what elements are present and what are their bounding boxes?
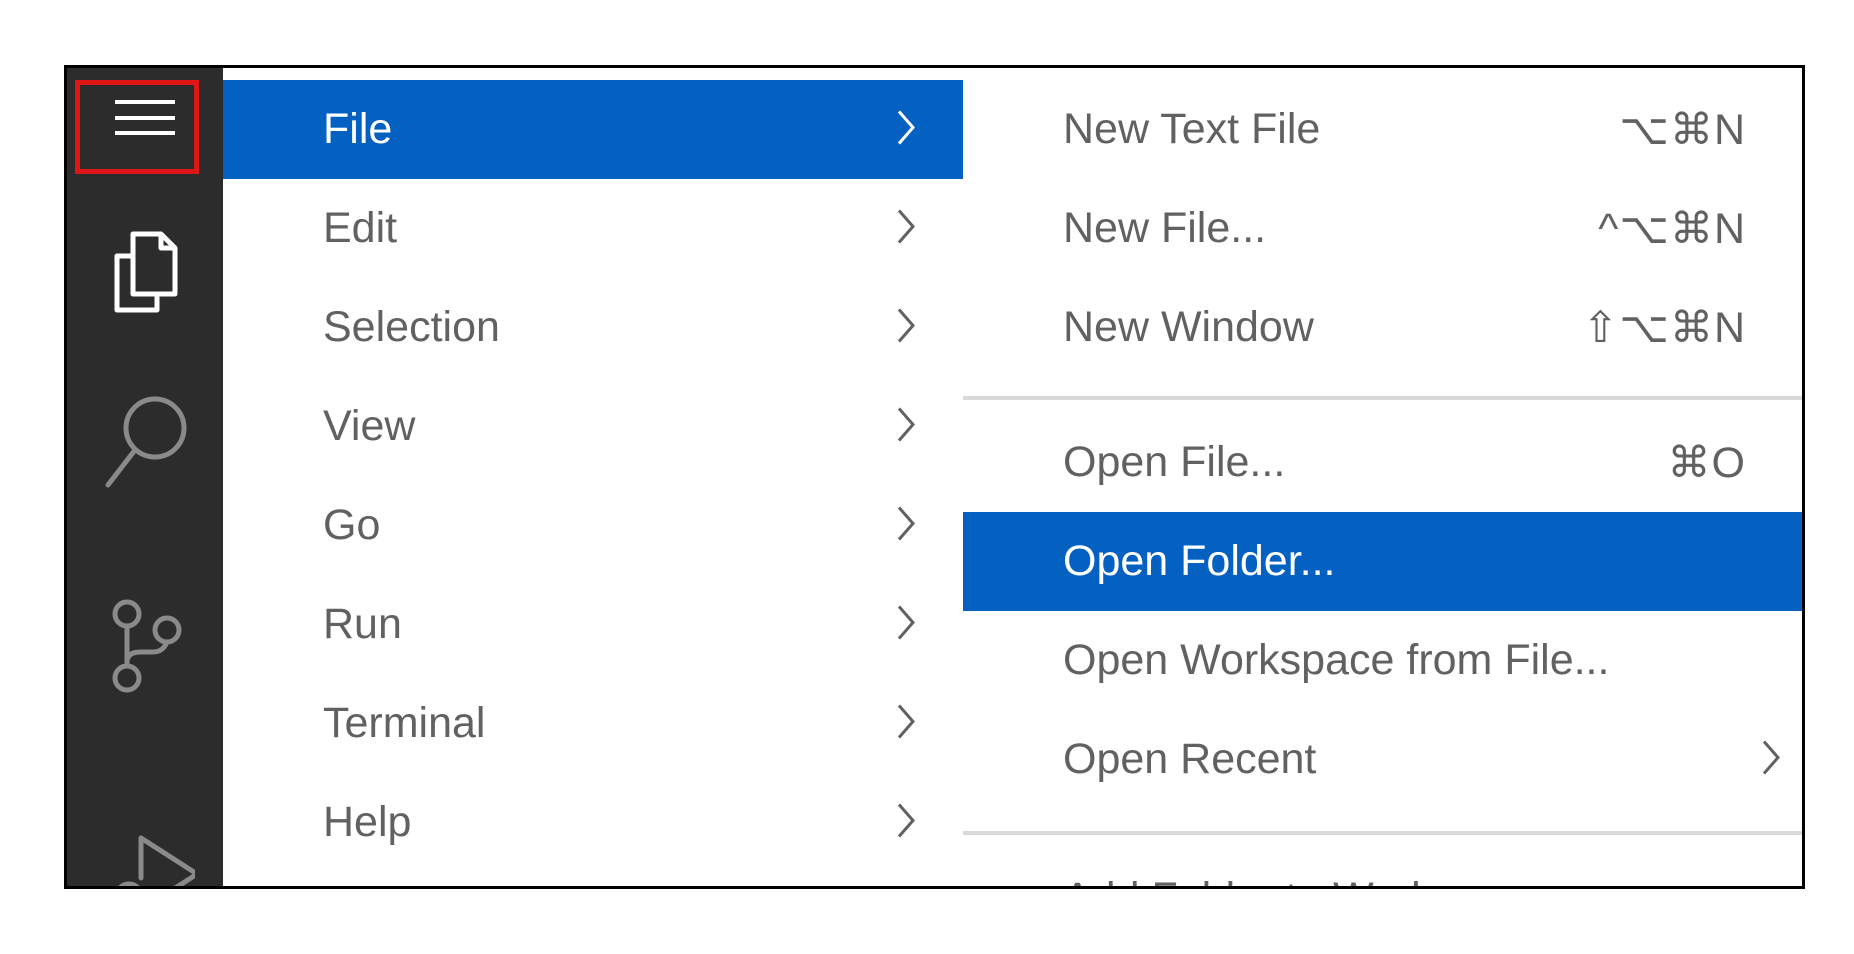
menu-separator bbox=[963, 396, 1802, 400]
menu-item-edit[interactable]: Edit bbox=[223, 179, 963, 278]
submenu-item-label: Open Recent bbox=[1063, 735, 1317, 783]
menu-item-label: File bbox=[323, 105, 393, 153]
chevron-right-icon bbox=[895, 404, 917, 449]
submenu-item-label: New Window bbox=[1063, 303, 1314, 351]
submenu-item-new-text-file[interactable]: New Text File ⌥⌘N bbox=[963, 80, 1802, 179]
shortcut-label: ⌥⌘N bbox=[1619, 105, 1746, 154]
submenu-item-open-folder[interactable]: Open Folder... bbox=[963, 512, 1802, 611]
submenu-item-open-file[interactable]: Open File... ⌘O bbox=[963, 413, 1802, 512]
chevron-right-icon bbox=[895, 206, 917, 251]
chevron-right-icon bbox=[895, 305, 917, 350]
menu-button[interactable] bbox=[67, 94, 223, 144]
source-control-icon bbox=[112, 599, 182, 693]
menu-item-selection[interactable]: Selection bbox=[223, 278, 963, 377]
file-submenu: New Text File ⌥⌘N New File... ^⌥⌘N New Windo… bbox=[963, 68, 1802, 886]
submenu-item-label: Open Workspace from File... bbox=[1063, 636, 1610, 684]
menu-item-run[interactable]: Run bbox=[223, 575, 963, 674]
main-menu: File Edit Selection View Go Run Terminal… bbox=[223, 68, 963, 886]
menu-item-label: Terminal bbox=[323, 699, 486, 747]
submenu-item-open-workspace-from-file[interactable]: Open Workspace from File... bbox=[963, 611, 1802, 710]
chevron-right-icon bbox=[895, 602, 917, 647]
explorer-button[interactable] bbox=[67, 220, 223, 320]
menu-item-label: Selection bbox=[323, 303, 500, 351]
run-debug-icon bbox=[118, 835, 195, 886]
menu-item-go[interactable]: Go bbox=[223, 476, 963, 575]
chevron-right-icon bbox=[895, 503, 917, 548]
activity-bar bbox=[67, 68, 223, 886]
submenu-item-add-folder-to-workspace[interactable]: Add Folder to Workspace... bbox=[963, 848, 1802, 886]
menu-item-terminal[interactable]: Terminal bbox=[223, 674, 963, 773]
chevron-right-icon bbox=[895, 701, 917, 746]
menu-item-help[interactable]: Help bbox=[223, 773, 963, 872]
submenu-item-label: New File... bbox=[1063, 204, 1267, 252]
run-debug-button[interactable] bbox=[67, 820, 223, 886]
submenu-item-label: Open File... bbox=[1063, 438, 1286, 486]
search-button[interactable] bbox=[67, 395, 223, 495]
chevron-right-icon bbox=[1760, 737, 1782, 782]
menu-separator bbox=[963, 831, 1802, 835]
shortcut-label: ^⌥⌘N bbox=[1598, 204, 1746, 253]
shortcut-label: ⌘O bbox=[1667, 438, 1746, 487]
menu-item-label: Run bbox=[323, 600, 402, 648]
vscode-window: File Edit Selection View Go Run Terminal… bbox=[64, 65, 1805, 889]
main-menu-list: File Edit Selection View Go Run Terminal… bbox=[223, 80, 963, 872]
files-icon bbox=[114, 231, 178, 313]
menu-item-label: Edit bbox=[323, 204, 398, 252]
menu-item-label: Help bbox=[323, 798, 412, 846]
search-icon bbox=[105, 396, 187, 488]
shortcut-label: ⇧⌥⌘N bbox=[1582, 303, 1746, 352]
hamburger-menu-icon bbox=[115, 100, 175, 135]
source-control-button[interactable] bbox=[67, 598, 223, 698]
submenu-item-open-recent[interactable]: Open Recent bbox=[963, 710, 1802, 809]
menu-item-file[interactable]: File bbox=[223, 80, 963, 179]
menu-item-label: View bbox=[323, 402, 416, 450]
menu-item-view[interactable]: View bbox=[223, 377, 963, 476]
submenu-item-label: New Text File bbox=[1063, 105, 1321, 153]
chevron-right-icon bbox=[895, 107, 917, 152]
submenu-item-new-file[interactable]: New File... ^⌥⌘N bbox=[963, 179, 1802, 278]
chevron-right-icon bbox=[895, 800, 917, 845]
submenu-item-new-window[interactable]: New Window ⇧⌥⌘N bbox=[963, 278, 1802, 377]
submenu-item-label: Open Folder... bbox=[1063, 537, 1336, 585]
submenu-item-label: Add Folder to Workspace... bbox=[1063, 874, 1583, 886]
menu-item-label: Go bbox=[323, 501, 381, 549]
